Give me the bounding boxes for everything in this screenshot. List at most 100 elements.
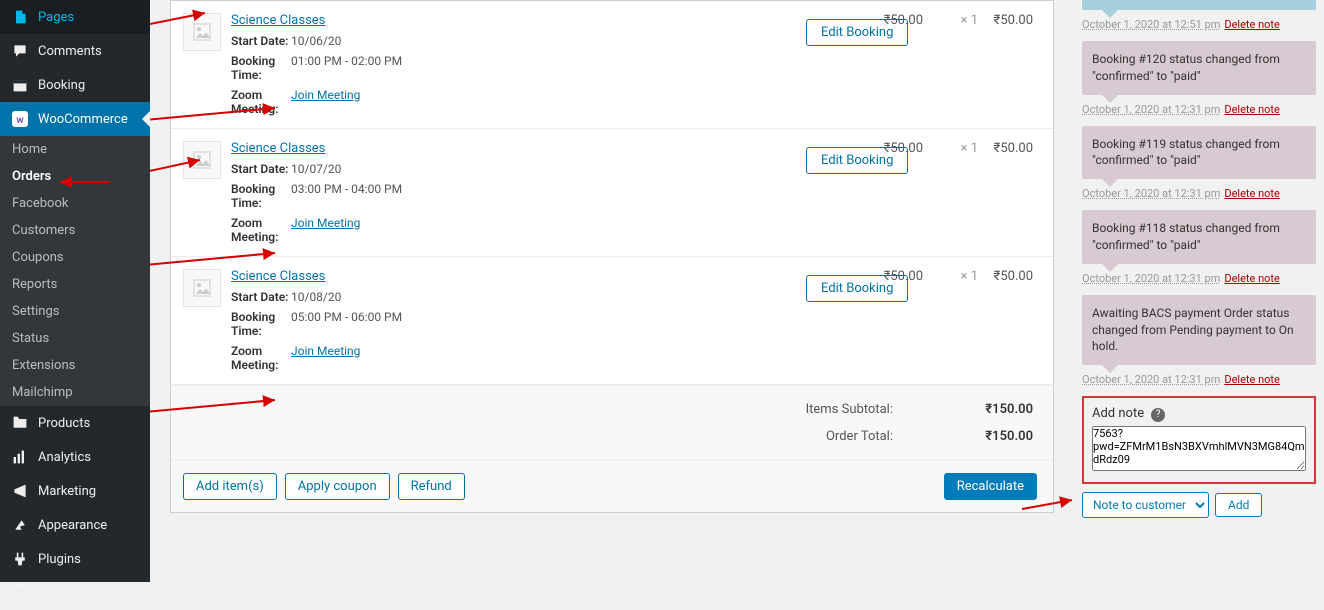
- item-total: ₹50.00: [978, 13, 1033, 28]
- order-item-row: Science Classes Start Date:10/07/20 Book…: [171, 129, 1053, 257]
- note-text: Booking #118 status changed from "confir…: [1082, 210, 1316, 264]
- plugins-icon: [10, 549, 30, 569]
- svg-text:w: w: [16, 115, 24, 126]
- comments-icon: [10, 41, 30, 61]
- annotation-arrow: [1022, 494, 1082, 514]
- refund-button[interactable]: Refund: [398, 473, 465, 500]
- item-qty: × 1: [923, 269, 978, 284]
- sidebar-item-pages[interactable]: Pages: [0, 0, 150, 34]
- product-name-link[interactable]: Science Classes: [231, 13, 325, 28]
- delete-note-link[interactable]: Delete note: [1224, 18, 1280, 31]
- product-name-link[interactable]: Science Classes: [231, 141, 325, 156]
- sidebar-item-users[interactable]: Users: [0, 576, 150, 610]
- join-meeting-link[interactable]: Join Meeting: [291, 88, 360, 116]
- sidebar-label: Booking: [38, 78, 85, 93]
- note-text: Awaiting BACS payment Order status chang…: [1082, 295, 1316, 365]
- note-timestamp: October 1, 2020 at 12:31 pm: [1082, 373, 1220, 386]
- item-total: ₹50.00: [978, 141, 1033, 156]
- sidebar-item-comments[interactable]: Comments: [0, 34, 150, 68]
- item-qty: × 1: [923, 141, 978, 156]
- order-notes-panel: October 1, 2020 at 12:51 pm Delete note B…: [1074, 0, 1324, 582]
- booking-time-label: Booking Time:: [231, 182, 291, 210]
- submenu-item-coupons[interactable]: Coupons: [0, 244, 150, 271]
- start-date-label: Start Date:: [231, 34, 291, 48]
- woocommerce-submenu: HomeOrdersFacebookCustomersCouponsReport…: [0, 136, 150, 406]
- sidebar-item-woocommerce[interactable]: w WooCommerce: [0, 102, 150, 136]
- note-timestamp: October 1, 2020 at 12:51 pm: [1082, 18, 1220, 31]
- booking-time-label: Booking Time:: [231, 54, 291, 82]
- note-type-select[interactable]: Note to customer: [1082, 492, 1209, 518]
- zoom-meeting-label: Zoom Meeting:: [231, 216, 291, 244]
- note-text: Booking #120 status changed from "confir…: [1082, 41, 1316, 95]
- analytics-icon: [10, 447, 30, 467]
- order-items-table: Science Classes Start Date:10/06/20 Book…: [170, 0, 1054, 513]
- zoom-meeting-label: Zoom Meeting:: [231, 344, 291, 372]
- help-icon[interactable]: ?: [1151, 408, 1165, 422]
- items-subtotal-label: Items Subtotal:: [773, 402, 893, 417]
- note-timestamp: October 1, 2020 at 12:31 pm: [1082, 272, 1220, 285]
- order-item-row: Science Classes Start Date:10/08/20 Book…: [171, 257, 1053, 385]
- note-timestamp: October 1, 2020 at 12:31 pm: [1082, 187, 1220, 200]
- note-text: [1082, 0, 1316, 10]
- items-subtotal-value: ₹150.00: [893, 402, 1033, 417]
- pages-icon: [10, 7, 30, 27]
- order-note: Booking #118 status changed from "confir…: [1082, 210, 1316, 285]
- delete-note-link[interactable]: Delete note: [1224, 272, 1280, 285]
- woocommerce-icon: w: [10, 109, 30, 129]
- join-meeting-link[interactable]: Join Meeting: [291, 216, 360, 244]
- apply-coupon-button[interactable]: Apply coupon: [285, 473, 390, 500]
- booking-time-value: 01:00 PM - 02:00 PM: [291, 54, 402, 82]
- booking-time-label: Booking Time:: [231, 310, 291, 338]
- sidebar-item-marketing[interactable]: Marketing: [0, 474, 150, 508]
- add-note-textarea[interactable]: [1092, 426, 1306, 471]
- zoom-meeting-label: Zoom Meeting:: [231, 88, 291, 116]
- note-text: Booking #119 status changed from "confir…: [1082, 126, 1316, 180]
- submenu-item-facebook[interactable]: Facebook: [0, 190, 150, 217]
- submenu-item-mailchimp[interactable]: Mailchimp: [0, 379, 150, 406]
- order-item-row: Science Classes Start Date:10/06/20 Book…: [171, 1, 1053, 129]
- note-actions: Note to customer Add: [1082, 492, 1316, 518]
- sidebar-label: Pages: [38, 10, 74, 25]
- sidebar-item-appearance[interactable]: Appearance: [0, 508, 150, 542]
- submenu-item-home[interactable]: Home: [0, 136, 150, 163]
- join-meeting-link[interactable]: Join Meeting: [291, 344, 360, 372]
- sidebar-label: Marketing: [38, 484, 96, 499]
- submenu-item-orders[interactable]: Orders: [0, 163, 150, 190]
- add-items-button[interactable]: Add item(s): [183, 473, 277, 500]
- product-name-link[interactable]: Science Classes: [231, 269, 325, 284]
- delete-note-link[interactable]: Delete note: [1224, 103, 1280, 116]
- submenu-item-extensions[interactable]: Extensions: [0, 352, 150, 379]
- sidebar-label: Analytics: [38, 450, 91, 465]
- submenu-item-settings[interactable]: Settings: [0, 298, 150, 325]
- main-content: Science Classes Start Date:10/06/20 Book…: [150, 0, 1074, 582]
- note-timestamp: October 1, 2020 at 12:31 pm: [1082, 103, 1220, 116]
- submenu-item-status[interactable]: Status: [0, 325, 150, 352]
- marketing-icon: [10, 481, 30, 501]
- item-total: ₹50.00: [978, 269, 1033, 284]
- sidebar-label: Users: [38, 586, 71, 601]
- submenu-item-reports[interactable]: Reports: [0, 271, 150, 298]
- add-note-label: Add note: [1092, 406, 1144, 421]
- start-date-label: Start Date:: [231, 290, 291, 304]
- item-cost: ₹50.00: [868, 269, 923, 284]
- start-date-value: 10/06/20: [291, 34, 341, 48]
- sidebar-label: Plugins: [38, 552, 81, 567]
- sidebar-label: WooCommerce: [38, 112, 128, 127]
- sidebar-label: Comments: [38, 44, 102, 59]
- sidebar-item-booking[interactable]: Booking: [0, 68, 150, 102]
- order-actions-bar: Add item(s) Apply coupon Refund Recalcul…: [171, 460, 1053, 512]
- delete-note-link[interactable]: Delete note: [1224, 187, 1280, 200]
- order-note: Booking #120 status changed from "confir…: [1082, 41, 1316, 116]
- add-note-button[interactable]: Add: [1215, 493, 1262, 517]
- delete-note-link[interactable]: Delete note: [1224, 373, 1280, 386]
- product-thumbnail: [183, 141, 221, 179]
- sidebar-label: Appearance: [38, 518, 107, 533]
- submenu-item-customers[interactable]: Customers: [0, 217, 150, 244]
- sidebar-item-products[interactable]: Products: [0, 406, 150, 440]
- sidebar-item-plugins[interactable]: Plugins: [0, 542, 150, 576]
- order-totals: Items Subtotal: ₹150.00 Order Total: ₹15…: [171, 385, 1053, 460]
- order-total-value: ₹150.00: [893, 429, 1033, 444]
- product-thumbnail: [183, 269, 221, 307]
- booking-time-value: 05:00 PM - 06:00 PM: [291, 310, 402, 338]
- sidebar-item-analytics[interactable]: Analytics: [0, 440, 150, 474]
